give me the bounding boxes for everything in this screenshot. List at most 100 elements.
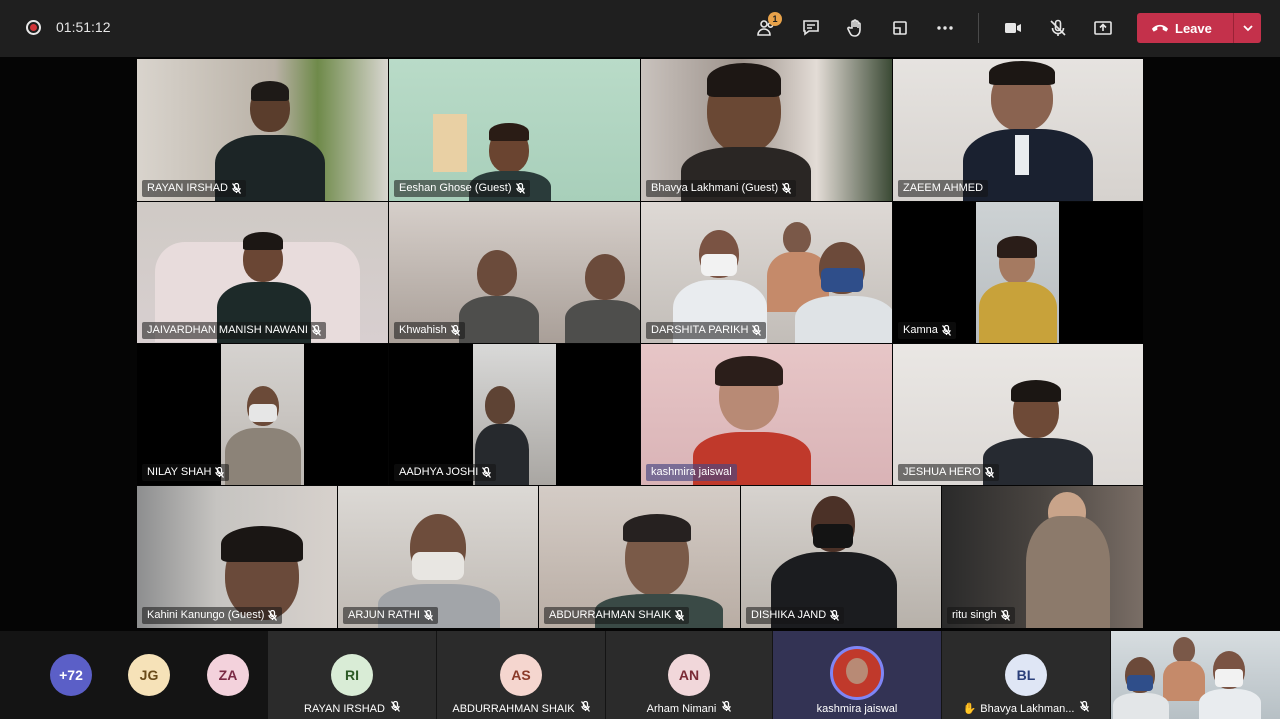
avatar: RI: [331, 654, 373, 696]
raise-hand-button[interactable]: [840, 14, 870, 42]
mic-off-icon: [1050, 19, 1066, 36]
video-tile[interactable]: Eeshan Ghose (Guest): [389, 59, 640, 201]
toolbar-divider: [978, 13, 979, 43]
face-mask: [412, 552, 464, 580]
participant-name-tag: DISHIKA JAND: [746, 607, 845, 624]
participant-name-tag: ritu singh: [947, 607, 1015, 624]
participant-name-tag: Kahini Kanungo (Guest): [142, 607, 283, 624]
video-tile[interactable]: Bhavya Lakhmani (Guest): [641, 59, 892, 201]
video-tile[interactable]: ZAEEM AHMED: [893, 59, 1143, 201]
mic-off-icon: [941, 324, 951, 336]
video-grid: RAYAN IRSHAD Eeshan Ghose (Guest) Bhavya…: [137, 59, 1143, 628]
overflow-participants-button[interactable]: +72: [50, 654, 92, 696]
share-tray-button[interactable]: [885, 14, 915, 42]
camera-icon: [1005, 23, 1021, 33]
video-tile[interactable]: Kahini Kanungo (Guest): [137, 486, 337, 628]
video-tile[interactable]: NILAY SHAH: [137, 344, 388, 485]
video-tile[interactable]: Khwahish: [389, 202, 640, 343]
leave-button[interactable]: Leave: [1137, 13, 1261, 43]
video-tile[interactable]: JAIVARDHAN MANISH NAWANI: [137, 202, 388, 343]
mic-off-icon: [311, 324, 321, 336]
more-actions-button[interactable]: [930, 14, 960, 42]
video-tile[interactable]: DISHIKA JAND: [741, 486, 941, 628]
mic-off-icon: [830, 609, 840, 621]
raise-hand-icon: [847, 19, 861, 37]
participant-tile[interactable]: AS ABDURRAHMAN SHAIK: [437, 631, 605, 719]
mic-off-icon: [782, 182, 792, 194]
mic-off-icon: [515, 182, 525, 194]
mic-off-icon: [231, 182, 241, 194]
participant-tile-active-speaker[interactable]: kashmira jaiswal: [773, 631, 941, 719]
mic-off-icon: [722, 700, 732, 712]
participant-name-tag: Kamna: [898, 322, 956, 339]
avatar[interactable]: ZA: [207, 654, 249, 696]
mic-off-icon: [390, 700, 400, 712]
video-tile[interactable]: DARSHITA PARIKH: [641, 202, 892, 343]
participant-name-tag: AADHYA JOSHI: [394, 464, 497, 481]
participant-tile[interactable]: AN Arham Nimani: [606, 631, 772, 719]
participant-name: kashmira jaiswal: [816, 703, 898, 715]
chat-button[interactable]: [796, 14, 826, 42]
mic-off-icon: [984, 466, 994, 478]
share-tray-icon: [893, 21, 907, 35]
avatar[interactable]: JG: [128, 654, 170, 696]
participant-name-tag: JAIVARDHAN MANISH NAWANI: [142, 322, 326, 339]
mic-off-icon: [1080, 700, 1090, 712]
share-screen-button[interactable]: [1088, 14, 1118, 42]
participant-name-tag: NILAY SHAH: [142, 464, 230, 481]
participant-name-tag: Bhavya Lakhmani (Guest): [646, 180, 797, 197]
participant-name-tag: ARJUN RATHI: [343, 607, 438, 624]
participant-name: RAYAN IRSHAD: [268, 700, 436, 715]
video-tile[interactable]: ARJUN RATHI: [338, 486, 538, 628]
camera-button[interactable]: [998, 14, 1028, 42]
video-tile[interactable]: AADHYA JOSHI: [389, 344, 640, 485]
shirt-collar: [1015, 135, 1029, 175]
face-mask: [813, 524, 853, 548]
video-tile[interactable]: Kamna: [893, 202, 1143, 343]
participant-name: Arham Nimani: [606, 700, 772, 715]
leave-main-action[interactable]: Leave: [1137, 13, 1233, 43]
mic-off-icon: [1000, 609, 1010, 621]
avatar: BL: [1005, 654, 1047, 696]
mic-off-icon: [482, 466, 492, 478]
face-mask: [1127, 675, 1153, 691]
video-tile[interactable]: ritu singh: [942, 486, 1143, 628]
mic-off-icon: [423, 609, 433, 621]
video-tile[interactable]: JESHUA HERO: [893, 344, 1143, 485]
avatar: [830, 646, 884, 700]
chevron-down-icon: [1242, 25, 1253, 32]
self-video-preview[interactable]: [1111, 631, 1280, 719]
face-mask: [701, 254, 737, 276]
video-tile[interactable]: ABDURRAHMAN SHAIK: [539, 486, 740, 628]
participant-tile[interactable]: BL ✋ Bhavya Lakhman...: [942, 631, 1110, 719]
face-mask: [821, 268, 863, 292]
participants-button[interactable]: 1: [751, 12, 782, 42]
video-tile-active-speaker[interactable]: kashmira jaiswal: [641, 344, 892, 485]
leave-label: Leave: [1175, 20, 1212, 36]
meeting-header: 01:51:12 1 Leave: [0, 0, 1280, 57]
participants-badge: 1: [768, 12, 782, 26]
wall-poster: [433, 114, 467, 172]
meeting-timer: 01:51:12: [56, 19, 111, 35]
phone-hangup-icon: [1151, 24, 1169, 32]
participant-name-tag: ZAEEM AHMED: [898, 180, 989, 197]
avatar: AN: [668, 654, 710, 696]
avatar: AS: [500, 654, 542, 696]
participant-name-tag: Eeshan Ghose (Guest): [394, 180, 530, 197]
participant-tile[interactable]: RI RAYAN IRSHAD: [268, 631, 436, 719]
more-icon: [937, 26, 953, 30]
video-tile[interactable]: RAYAN IRSHAD: [137, 59, 388, 201]
mic-off-icon: [752, 324, 762, 336]
participant-name-tag: JESHUA HERO: [898, 464, 999, 481]
mic-off-icon: [215, 466, 225, 478]
mic-off-icon: [450, 324, 460, 336]
chat-icon: [803, 20, 819, 36]
leave-options-dropdown[interactable]: [1234, 23, 1261, 33]
mute-button[interactable]: [1043, 14, 1073, 42]
share-screen-icon: [1094, 21, 1112, 35]
participant-name-tag: Khwahish: [394, 322, 465, 339]
participant-strip: +72 JG ZA RI RAYAN IRSHAD AS ABDURRAHMAN…: [0, 631, 1280, 719]
participant-name-tag: ABDURRAHMAN SHAIK: [544, 607, 690, 624]
participant-name: ABDURRAHMAN SHAIK: [437, 700, 605, 715]
participant-name-tag: DARSHITA PARIKH: [646, 322, 767, 339]
